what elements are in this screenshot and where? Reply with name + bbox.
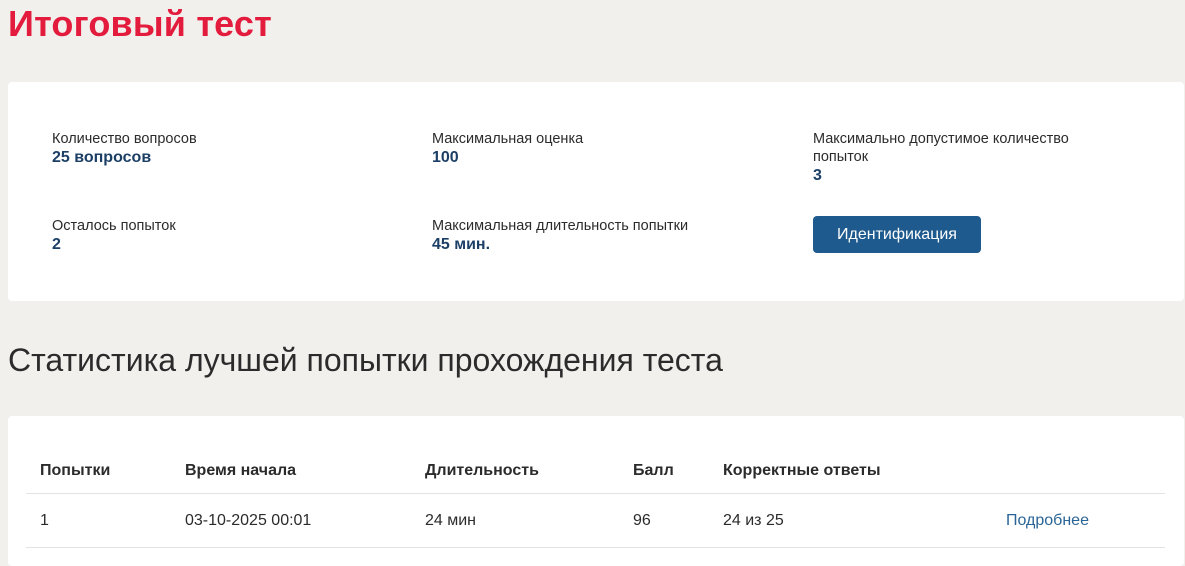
table-header-row: Попытки Время начала Длительность Балл К… (26, 448, 1165, 494)
column-header-correct-answers: Корректные ответы (709, 448, 992, 494)
max-score-block: Максимальная оценка 100 (432, 130, 732, 168)
questions-count-block: Количество вопросов 25 вопросов (52, 130, 352, 168)
max-score-value: 100 (432, 149, 459, 166)
max-score-label: Максимальная оценка (432, 131, 584, 147)
cell-score: 96 (619, 493, 709, 548)
cell-start-time: 03-10-2025 00:01 (171, 493, 411, 548)
test-info-card: Количество вопросов 25 вопросов Максимал… (8, 82, 1184, 301)
table-row: 1 03-10-2025 00:01 24 мин 96 24 из 25 По… (26, 493, 1165, 548)
max-attempts-label: Максимально допустимое количество попыто… (813, 131, 1069, 165)
column-header-actions (992, 448, 1165, 494)
max-duration-label: Максимальная длительность попытки (432, 218, 689, 234)
stats-section-title: Статистика лучшей попытки прохождения те… (8, 342, 723, 378)
page-title: Итоговый тест (8, 3, 272, 44)
column-header-score: Балл (619, 448, 709, 494)
questions-count-label: Количество вопросов (52, 131, 197, 147)
identification-button[interactable]: Идентификация (813, 216, 981, 253)
cell-attempt: 1 (26, 493, 171, 548)
questions-count-value: 25 вопросов (52, 149, 152, 166)
column-header-duration: Длительность (411, 448, 619, 494)
max-attempts-block: Максимально допустимое количество попыто… (813, 130, 1103, 186)
attempts-table: Попытки Время начала Длительность Балл К… (26, 448, 1165, 548)
cell-duration: 24 мин (411, 493, 619, 548)
max-duration-block: Максимальная длительность попытки 45 мин… (432, 217, 732, 255)
remaining-attempts-value: 2 (52, 236, 61, 253)
details-link[interactable]: Подробнее (1006, 512, 1089, 529)
max-attempts-value: 3 (813, 167, 822, 184)
remaining-attempts-block: Осталось попыток 2 (52, 217, 352, 255)
cell-correct-answers: 24 из 25 (709, 493, 992, 548)
cell-actions: Подробнее (992, 493, 1165, 548)
max-duration-value: 45 мин. (432, 236, 491, 253)
column-header-start-time: Время начала (171, 448, 411, 494)
remaining-attempts-label: Осталось попыток (52, 218, 176, 234)
column-header-attempts: Попытки (26, 448, 171, 494)
stats-card: Попытки Время начала Длительность Балл К… (8, 416, 1184, 566)
